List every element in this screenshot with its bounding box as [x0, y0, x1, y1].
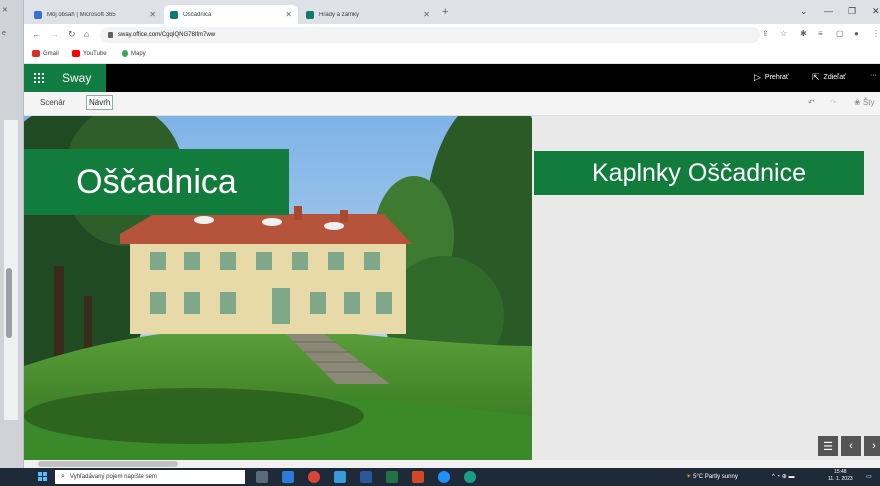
next-icon[interactable]: ›: [864, 436, 880, 456]
bookmark-gmail[interactable]: Gmail: [32, 50, 59, 57]
play-icon: ▷: [754, 72, 761, 82]
tab-microsoft365[interactable]: Môj obsah | Microsoft 365 ✕: [28, 5, 162, 24]
restore-icon[interactable]: ❐: [848, 6, 856, 17]
play-label: Prehrať: [764, 74, 789, 81]
bookmark-star-icon[interactable]: ☆: [780, 29, 787, 38]
clock[interactable]: 15:48 11. 1. 2023: [828, 469, 853, 483]
clock-time: 15:48: [834, 469, 847, 475]
windows-start-icon[interactable]: [38, 472, 48, 482]
notifications-icon[interactable]: ▭: [866, 473, 872, 480]
tab-title: Oščadnica: [183, 11, 212, 18]
file-explorer-icon[interactable]: [282, 471, 294, 483]
sway-header: Sway ▷ Prehrať ⇱ Zdieľať ···: [24, 64, 880, 92]
tab-title: Môj obsah | Microsoft 365: [47, 11, 116, 18]
new-tab-button[interactable]: +: [442, 6, 448, 18]
tab-design[interactable]: Návrh: [86, 95, 114, 110]
play-button[interactable]: ▷ Prehrať: [754, 72, 789, 83]
close-window-icon[interactable]: ✕: [872, 6, 880, 17]
task-view-icon[interactable]: [256, 471, 268, 483]
browser-tabstrip: Môj obsah | Microsoft 365 ✕ Oščadnica ✕ …: [24, 0, 880, 24]
section-heading[interactable]: Kaplnky Oščadnice: [534, 151, 864, 195]
windows-taskbar: ⌕ Vyhľadávaný pojem napíšte sem ☀ 5°C Pa…: [0, 468, 880, 486]
edge-icon: e: [2, 30, 6, 37]
share-page-icon[interactable]: ⇪: [762, 29, 769, 38]
home-icon[interactable]: ⌂: [84, 29, 89, 39]
sway-brand[interactable]: Sway: [54, 64, 106, 92]
url-text: sway.office.com/CgqIQNG78Ifm7ww: [118, 32, 216, 38]
mail-icon[interactable]: [334, 471, 346, 483]
tab-search-icon[interactable]: ⌄: [800, 6, 808, 17]
background-window-edge: ✕ e: [0, 0, 24, 468]
address-bar[interactable]: sway.office.com/CgqIQNG78Ifm7ww: [100, 27, 760, 43]
back-icon[interactable]: ←: [32, 29, 41, 39]
palette-icon: ❀: [854, 98, 861, 107]
bookmark-mapy[interactable]: Mapy: [122, 50, 146, 57]
menu-icon[interactable]: ⋮: [872, 29, 880, 38]
sway-taskbar-icon[interactable]: [464, 471, 476, 483]
share-button[interactable]: ⇱ Zdieľať: [812, 72, 846, 83]
taskbar-search-input[interactable]: ⌕ Vyhľadávaný pojem napíšte sem: [55, 470, 245, 484]
redo-icon[interactable]: ↷: [830, 98, 837, 107]
more-options-button[interactable]: ···: [870, 72, 877, 79]
styles-label: Šty: [862, 98, 875, 107]
gmail-icon: [32, 50, 40, 57]
microsoft365-favicon-icon: [34, 10, 42, 19]
tray-icons[interactable]: ^ ◔ ⊕ ▬: [772, 473, 794, 480]
tab-storyline[interactable]: Scenár: [40, 98, 65, 107]
sway-favicon-icon: [170, 10, 178, 19]
waffle-icon: [34, 73, 44, 83]
minimize-icon[interactable]: —: [824, 6, 833, 16]
tab-oscadnica[interactable]: Oščadnica ✕: [164, 5, 298, 24]
undo-icon[interactable]: ↶: [808, 98, 815, 107]
navigation-menu-icon[interactable]: ☰: [818, 436, 838, 456]
lock-icon: [108, 32, 113, 38]
screen: ✕ e Môj obsah | Microsoft 365 ✕ Oščadnic…: [0, 0, 880, 486]
youtube-icon: [72, 50, 80, 57]
side-panel-icon[interactable]: ▢: [836, 29, 844, 38]
edge-scrollbar[interactable]: [6, 268, 12, 338]
close-tab-icon[interactable]: ✕: [149, 10, 156, 19]
reload-icon[interactable]: ↻: [68, 29, 76, 40]
search-icon: ⌕: [61, 473, 65, 480]
word-icon[interactable]: [360, 471, 372, 483]
sway-mode-bar: Scenár Návrh ↶ ↷ ❀ Šty: [24, 92, 880, 116]
previous-icon[interactable]: ‹: [841, 436, 861, 456]
tab-title: Hrady a zámky: [319, 11, 360, 18]
scrollbar-thumb[interactable]: [38, 461, 178, 467]
page-title[interactable]: Oščadnica: [24, 149, 289, 215]
clock-date: 11. 1. 2023: [828, 476, 853, 482]
search-placeholder: Vyhľadávaný pojem napíšte sem: [69, 474, 157, 480]
bookmark-label: Gmail: [43, 50, 59, 57]
extensions-icon[interactable]: ✱: [800, 29, 807, 38]
reading-list-icon[interactable]: ≡: [818, 29, 823, 38]
profile-icon[interactable]: ●: [854, 29, 859, 38]
sway-canvas: Oščadnica Kaplnky Oščadnice ☰ ‹ ›: [24, 116, 880, 460]
browser-toolbar: ← → ↻ ⌂ sway.office.com/CgqIQNG78Ifm7ww …: [24, 24, 880, 46]
forward-icon[interactable]: →: [50, 29, 59, 39]
bookmark-label: Mapy: [131, 50, 146, 57]
weather-text: 5°C Partly sunny: [693, 474, 738, 480]
close-tab-icon[interactable]: ✕: [285, 10, 292, 19]
close-tab-icon[interactable]: ✕: [423, 10, 430, 19]
horizontal-scrollbar[interactable]: [24, 460, 880, 468]
bookmarks-bar: Gmail YouTube Mapy: [24, 46, 880, 64]
edge-close-icon: ✕: [2, 7, 8, 14]
powerpoint-icon[interactable]: [412, 471, 424, 483]
bookmark-youtube[interactable]: YouTube: [72, 50, 107, 57]
weather-sun-icon: ☀: [686, 474, 692, 480]
navigation-controls: ☰ ‹ ›: [818, 436, 880, 456]
map-pin-icon: [122, 50, 128, 57]
edge-browser-icon[interactable]: [438, 471, 450, 483]
weather-widget[interactable]: ☀ 5°C Partly sunny: [686, 473, 738, 480]
sway-favicon-icon: [306, 10, 314, 19]
styles-button[interactable]: ❀ Šty: [854, 98, 875, 107]
share-icon: ⇱: [812, 72, 820, 82]
chrome-icon[interactable]: [308, 471, 320, 483]
share-label: Zdieľať: [823, 74, 846, 81]
app-launcher-icon[interactable]: [24, 64, 54, 92]
tab-hrady-a-zamky[interactable]: Hrady a zámky ✕: [300, 5, 436, 24]
bookmark-label: YouTube: [83, 50, 107, 57]
excel-icon[interactable]: [386, 471, 398, 483]
